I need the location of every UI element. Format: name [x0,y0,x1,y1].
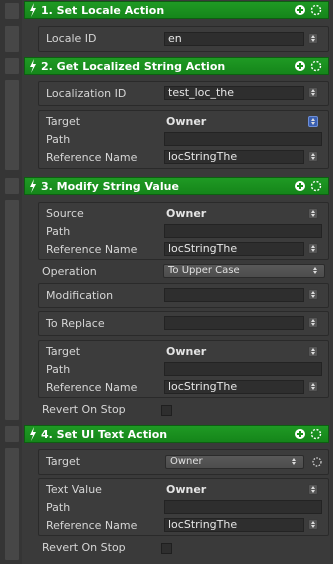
left-gutter [0,0,22,564]
chevron-updown-icon[interactable] [308,381,318,392]
chevron-updown-icon[interactable] [308,484,318,495]
variable-binding-icon[interactable] [312,457,322,467]
target-value: Owner [170,456,203,467]
action-header-4[interactable]: 4. Set UI Text Action [24,425,329,443]
action-header-2[interactable]: 2. Get Localized String Action [24,57,329,75]
reference-name-field[interactable]: locStringThe [164,380,304,394]
add-icon[interactable] [295,61,305,71]
revert-on-stop-label: Revert On Stop [42,541,126,554]
action-header-3[interactable]: 3. Modify String Value [24,177,329,195]
revert-on-stop-checkbox[interactable] [161,543,172,554]
reference-name-field[interactable]: locStringThe [164,150,304,164]
modification-group: Modification [38,283,329,308]
path-label: Path [46,501,71,514]
locale-id-label: Locale ID [46,32,97,45]
gutter-handle[interactable] [5,178,19,194]
chevron-updown-icon[interactable] [308,519,318,530]
chevron-updown-icon[interactable] [308,317,318,328]
path-field[interactable] [164,132,322,146]
settings-icon[interactable] [310,428,322,440]
action-title: 4. Set UI Text Action [41,428,168,441]
target-group: Target Owner Path Reference Name locStri… [38,110,329,169]
lightning-icon [30,427,36,441]
add-icon[interactable] [295,429,305,439]
lightning-icon [30,59,36,73]
reference-name-label: Reference Name [46,243,138,256]
to-replace-field[interactable] [164,316,304,330]
reference-name-label: Reference Name [46,151,138,164]
source-value[interactable]: Owner [166,207,206,220]
path-label: Path [46,225,71,238]
target-group: Target Owner Path Reference Name locStri… [38,340,329,398]
target-label: Target [46,345,81,358]
add-icon[interactable] [295,5,305,15]
operation-label: Operation [42,265,97,278]
gutter-handle[interactable] [5,426,19,442]
chevron-updown-icon[interactable] [308,289,318,300]
chevron-updown-icon[interactable] [308,346,318,357]
target-value[interactable]: Owner [166,115,206,128]
localization-id-field[interactable]: test_loc_the [164,86,304,100]
operation-value: To Upper Case [168,265,240,276]
reference-name-field[interactable]: locStringThe [164,518,304,532]
gutter-handle[interactable] [5,200,19,420]
action-title: 2. Get Localized String Action [41,60,226,73]
reference-name-label: Reference Name [46,519,138,532]
text-value-value[interactable]: Owner [166,483,206,496]
action-title: 3. Modify String Value [41,180,179,193]
gutter-handle[interactable] [5,80,19,170]
chevron-updown-icon [290,457,300,468]
source-group: Source Owner Path Reference Name locStri… [38,202,329,260]
add-icon[interactable] [295,181,305,191]
action-header-1[interactable]: 1. Set Locale Action [24,1,329,19]
reference-name-field[interactable]: locStringThe [164,242,304,256]
revert-on-stop-label: Revert On Stop [42,403,126,416]
settings-icon[interactable] [310,180,322,192]
target-value[interactable]: Owner [166,345,206,358]
chevron-updown-icon [311,266,321,277]
text-value-label: Text Value [46,483,102,496]
path-field[interactable] [164,362,322,376]
modification-field[interactable] [164,288,304,302]
target-label: Target [46,115,81,128]
path-field[interactable] [164,224,322,238]
to-replace-group: To Replace [38,311,329,336]
path-label: Path [46,363,71,376]
path-field[interactable] [164,500,322,514]
reference-name-label: Reference Name [46,381,138,394]
chevron-updown-icon[interactable] [308,208,318,219]
chevron-updown-icon[interactable] [308,87,318,98]
chevron-updown-icon[interactable] [308,116,318,127]
localization-id-group: Localization ID test_loc_the [38,81,329,106]
action-title: 1. Set Locale Action [41,4,165,17]
chevron-updown-icon[interactable] [308,151,318,162]
revert-on-stop-checkbox[interactable] [161,405,172,416]
settings-icon[interactable] [310,4,322,16]
modification-label: Modification [46,289,114,302]
gutter-handle[interactable] [5,58,19,74]
locale-id-group: Locale ID en [38,26,329,52]
gutter-handle[interactable] [5,26,19,52]
target-group: Target Owner [38,449,329,475]
lightning-icon [30,3,36,17]
chevron-updown-icon[interactable] [308,243,318,254]
to-replace-label: To Replace [46,317,105,330]
gutter-handle[interactable] [5,448,19,560]
lightning-icon [30,179,36,193]
chevron-updown-icon[interactable] [308,33,318,44]
localization-id-label: Localization ID [46,87,127,100]
settings-icon[interactable] [310,60,322,72]
gutter-handle[interactable] [5,3,19,19]
source-label: Source [46,207,84,220]
operation-dropdown[interactable]: To Upper Case [163,264,325,278]
target-label: Target [46,455,81,468]
target-dropdown[interactable]: Owner [165,455,304,469]
locale-id-field[interactable]: en [164,32,304,46]
text-value-group: Text Value Owner Path Reference Name loc… [38,478,329,536]
path-label: Path [46,133,71,146]
